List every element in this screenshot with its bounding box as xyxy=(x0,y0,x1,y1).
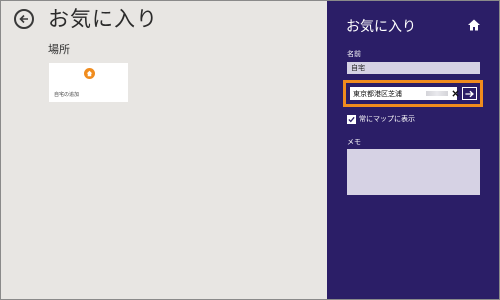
address-field[interactable]: 東京都港区芝浦 xyxy=(350,87,459,100)
name-label: 名前 xyxy=(347,50,361,58)
home-icon xyxy=(84,68,95,79)
page-title: お気に入り xyxy=(48,7,158,31)
search-go-button[interactable] xyxy=(462,87,477,100)
address-value: 東京都港区芝浦 xyxy=(353,90,402,98)
home-icon[interactable] xyxy=(467,18,481,32)
clear-address-button[interactable] xyxy=(450,87,461,100)
favorite-tile-add-home[interactable]: 自宅の追加 xyxy=(49,63,128,102)
arrow-right-icon xyxy=(465,90,474,97)
back-button[interactable] xyxy=(14,9,34,29)
pane-title: お気に入り xyxy=(346,19,416,35)
address-box: 東京都港区芝浦 xyxy=(343,80,483,107)
always-show-checkbox[interactable] xyxy=(347,114,356,124)
section-label-places: 場所 xyxy=(48,43,70,56)
address-redacted-blur xyxy=(426,91,448,96)
memo-field[interactable] xyxy=(347,149,480,195)
back-arrow-icon xyxy=(19,14,28,24)
always-show-row: 常にマップに表示 xyxy=(347,114,415,124)
tile-label: 自宅の追加 xyxy=(54,92,80,98)
memo-label: メモ xyxy=(347,138,361,146)
favorites-edit-pane: お気に入り 名前 自宅 東京都港区芝浦 常にマップに表示 メモ xyxy=(327,1,499,299)
name-field[interactable]: 自宅 xyxy=(347,62,480,74)
always-show-label: 常にマップに表示 xyxy=(359,115,415,123)
close-icon xyxy=(452,90,459,97)
checkmark-icon xyxy=(348,116,355,122)
main-panel: お気に入り 場所 自宅の追加 xyxy=(1,1,327,299)
